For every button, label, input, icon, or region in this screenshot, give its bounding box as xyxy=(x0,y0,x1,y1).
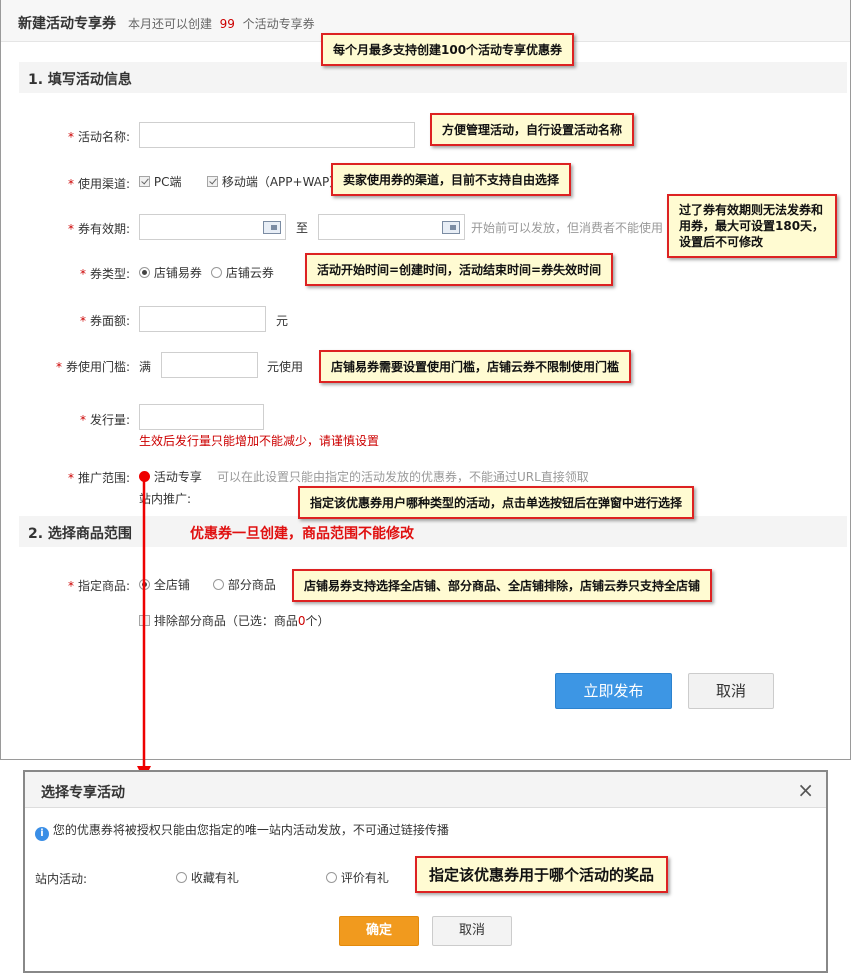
face-value-unit: 元 xyxy=(276,314,289,328)
confirm-button[interactable]: 确定 xyxy=(339,916,419,946)
note-validity: 过了券有效期则无法发券和用券，最大可设置180天，设置后不可修改 xyxy=(667,194,837,258)
type-option-easy[interactable]: 店铺易券 xyxy=(139,264,202,281)
note-threshold: 店铺易券需要设置使用门槛，店铺云券不限制使用门槛 xyxy=(319,350,632,383)
note-monthly-limit: 每个月最多支持创建100个活动专享优惠券 xyxy=(321,33,575,66)
type-option-cloud[interactable]: 店铺云券 xyxy=(211,264,274,281)
issue-input[interactable] xyxy=(139,404,264,430)
favorite-radio[interactable] xyxy=(176,872,187,883)
goods-option-partial[interactable]: 部分商品 xyxy=(213,576,276,593)
coupon-type-label: * 券类型: xyxy=(79,267,130,281)
dialog-header: 选择专享活动 × xyxy=(25,772,826,808)
note-channel: 卖家使用券的渠道，目前不支持自由选择 xyxy=(331,163,572,196)
close-icon[interactable]: × xyxy=(797,778,814,802)
validity-end-input[interactable] xyxy=(318,214,465,240)
dialog-title: 选择专享活动 xyxy=(41,785,125,801)
type-easy-radio[interactable] xyxy=(139,267,150,278)
note-time: 活动开始时间=创建时间，活动结束时间=券失效时间 xyxy=(305,253,614,286)
note-goods: 店铺易券支持选择全店铺、部分商品、全店铺排除，店铺云券只支持全店铺 xyxy=(292,569,713,602)
review-radio[interactable] xyxy=(326,872,337,883)
pc-checkbox[interactable] xyxy=(139,176,150,187)
face-value-label: * 券面额: xyxy=(79,314,130,328)
page-subtitle: 本月还可以创建 99 个活动专享券 xyxy=(128,17,315,31)
threshold-label: * 券使用门槛: xyxy=(55,360,130,374)
threshold-prefix: 满 xyxy=(139,360,152,374)
note-promo: 指定该优惠券用户哪种类型的活动，点击单选按钮后在弹窗中进行选择 xyxy=(298,486,695,519)
channel-pc[interactable]: PC端 xyxy=(139,173,181,190)
dialog-cancel-button[interactable]: 取消 xyxy=(432,916,512,946)
validity-hint: 开始前可以发放，但消费者不能使用 xyxy=(471,221,664,235)
cancel-button[interactable]: 取消 xyxy=(688,673,774,709)
goods-partial-radio[interactable] xyxy=(213,579,224,590)
promo-hint: 可以在此设置只能由指定的活动发放的优惠券，不能通过URL直接领取 xyxy=(217,470,589,484)
note-dialog: 指定该优惠券用于哪个活动的奖品 xyxy=(415,856,669,893)
activity-name-label: * 活动名称: xyxy=(67,130,130,144)
face-value-input[interactable] xyxy=(139,306,266,332)
threshold-input[interactable] xyxy=(161,352,258,378)
channel-mobile[interactable]: 移动端（APP+WAP） xyxy=(207,173,341,190)
calendar-icon[interactable] xyxy=(263,221,281,234)
exclude-goods[interactable]: 排除部分商品（已选：商品0个） xyxy=(139,612,330,629)
channel-label: * 使用渠道: xyxy=(67,177,130,191)
arrow-icon xyxy=(137,476,151,780)
activity-option-review[interactable]: 评价有礼 xyxy=(326,869,389,886)
validity-label: * 券有效期: xyxy=(67,222,130,236)
select-activity-dialog: 选择专享活动 × i 您的优惠券将被授权只能由您指定的唯一站内活动发放，不可通过… xyxy=(23,770,828,973)
activity-option-favorite[interactable]: 收藏有礼 xyxy=(176,869,239,886)
activity-label: 站内活动: xyxy=(35,872,88,886)
mobile-checkbox[interactable] xyxy=(207,176,218,187)
activity-name-input[interactable] xyxy=(139,122,415,148)
section-activity-info: 1. 填写活动信息 xyxy=(19,62,847,93)
validity-to: 至 xyxy=(296,221,309,235)
info-icon: i xyxy=(35,827,49,841)
type-cloud-radio[interactable] xyxy=(211,267,222,278)
validity-start-input[interactable] xyxy=(139,214,286,240)
goods-label: * 指定商品: xyxy=(67,579,130,593)
issue-label: * 发行量: xyxy=(79,413,130,427)
threshold-suffix: 元使用 xyxy=(267,360,304,374)
page-title: 新建活动专享券 xyxy=(18,16,116,32)
remaining-count: 99 xyxy=(219,17,235,31)
promo-label: * 推广范围: xyxy=(67,471,130,485)
note-activity-name: 方便管理活动，自行设置活动名称 xyxy=(430,113,635,146)
publish-button[interactable]: 立即发布 xyxy=(555,673,672,709)
calendar-icon[interactable] xyxy=(442,221,460,234)
dialog-info: i 您的优惠券将被授权只能由您指定的唯一站内活动发放，不可通过链接传播 xyxy=(35,821,449,841)
issue-warning: 生效后发行量只能增加不能减少，请谨慎设置 xyxy=(139,434,380,448)
scope-warning: 优惠券一旦创建，商品范围不能修改 xyxy=(190,526,414,542)
